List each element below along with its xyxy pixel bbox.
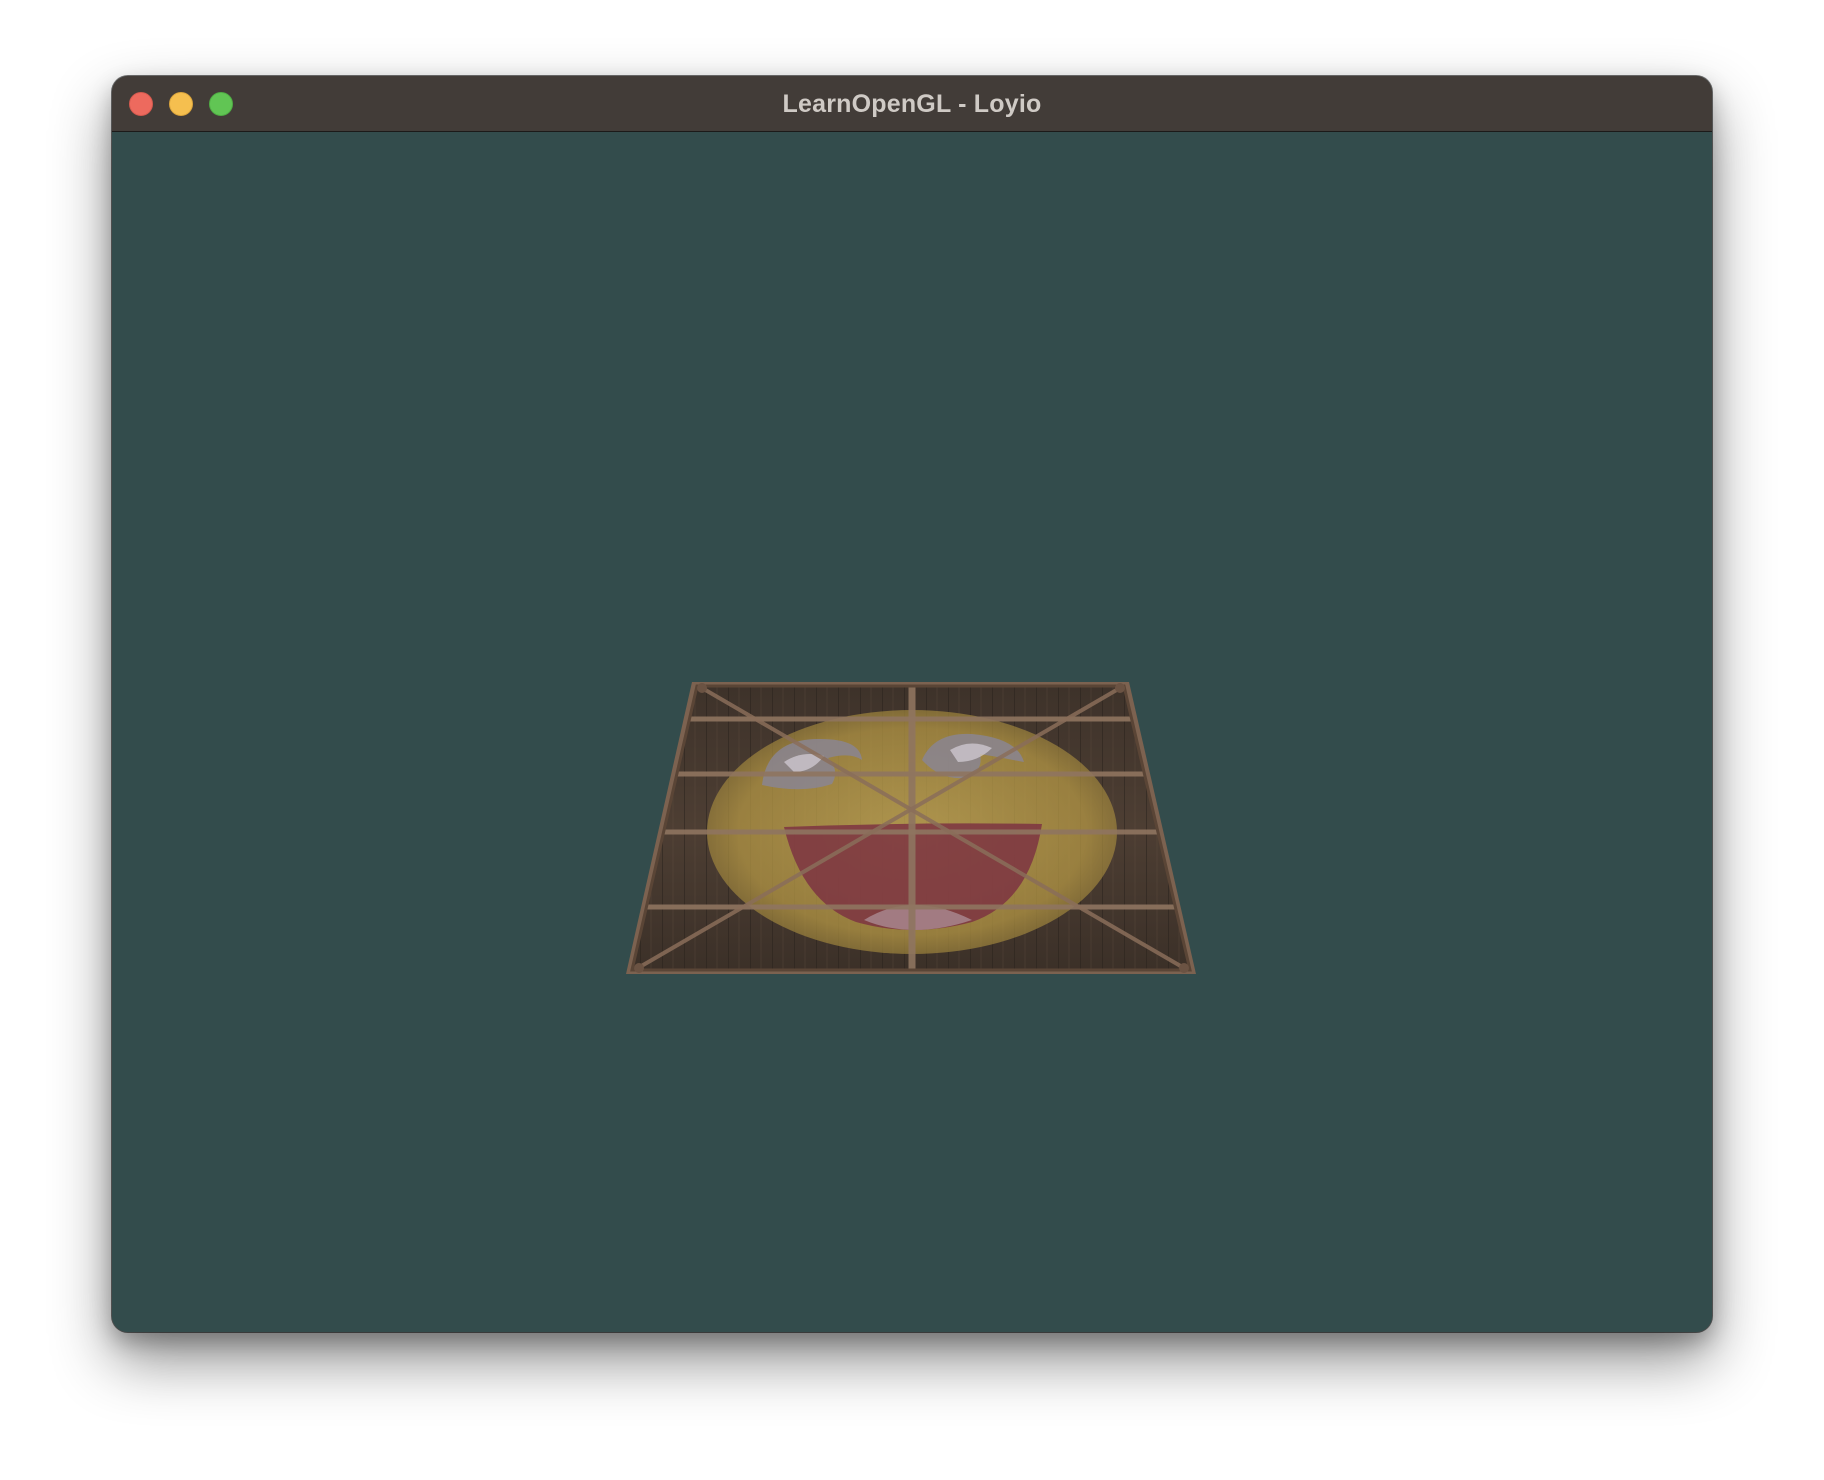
- app-window: LearnOpenGL - Loyio: [112, 76, 1712, 1332]
- title-bar[interactable]: LearnOpenGL - Loyio: [112, 76, 1712, 132]
- window-title: LearnOpenGL - Loyio: [782, 90, 1042, 118]
- opengl-viewport[interactable]: [112, 132, 1712, 1332]
- desktop-background: LearnOpenGL - Loyio: [0, 0, 1824, 1480]
- render-canvas: [626, 682, 1196, 974]
- textured-quad: [626, 682, 1196, 974]
